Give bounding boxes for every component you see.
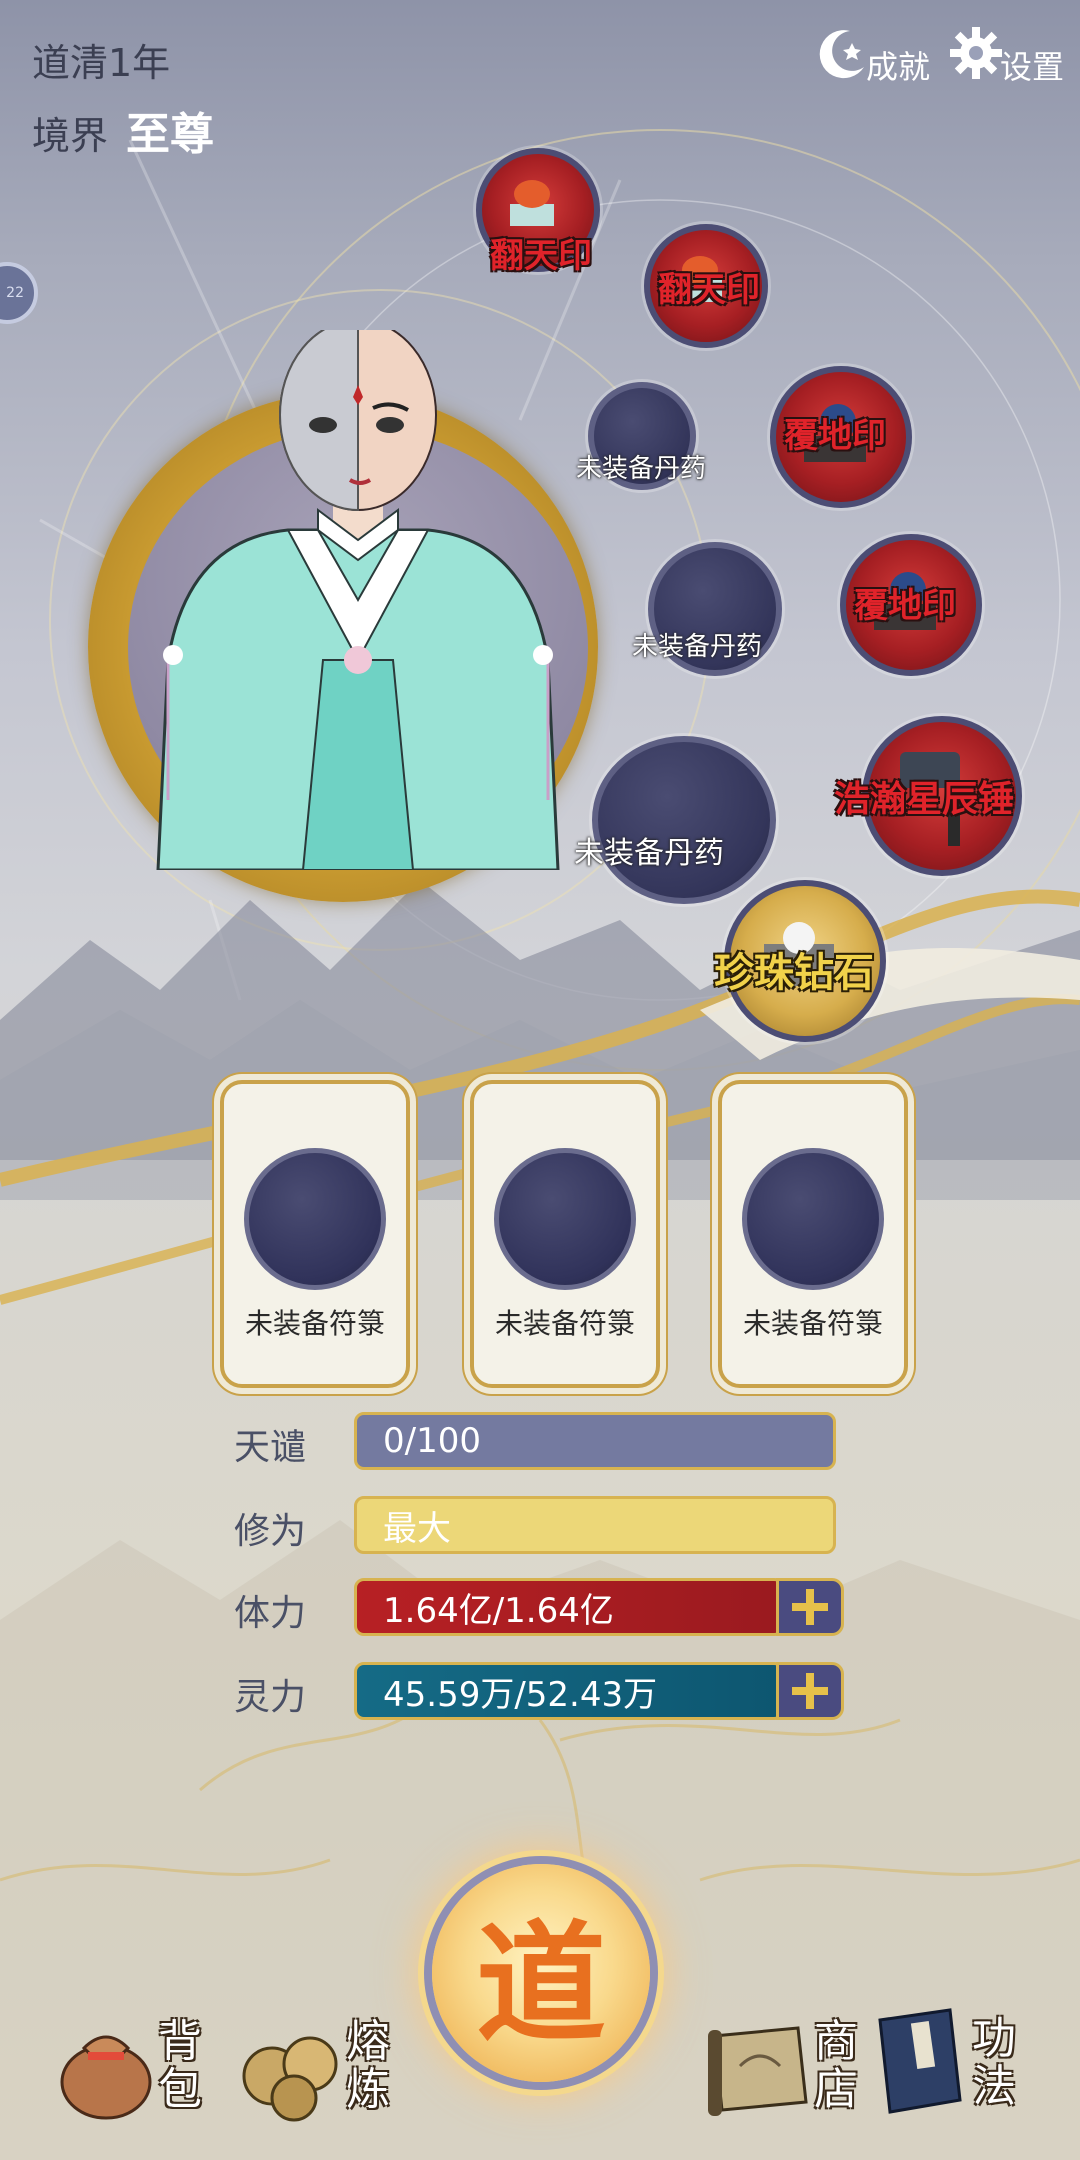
daoqing-year: 道清1年 [32,41,171,85]
seal-1-label: 翻天印 [490,236,592,276]
scroll-map-icon [708,2026,808,2116]
pill-slot-1-label: 未装备丹药 [576,454,707,484]
plus-icon [792,1673,828,1709]
nav-bag-label-2: 包 [158,2064,202,2115]
nav-shop-label-2: 店 [814,2064,858,2115]
gem-label: 珍珠钻石 [714,950,874,996]
tianqian-bar: 0/100 [354,1412,836,1470]
nav-shop[interactable]: 商 店 [700,2006,862,2126]
nav-shop-label-1: 商 [814,2016,858,2067]
seal-2-label: 翻天印 [658,270,760,310]
settings-label: 设置 [1000,48,1065,86]
nav-skills[interactable]: 功 法 [860,2000,1020,2126]
hammer-label: 浩瀚星辰锤 [834,779,1015,820]
bag-icon [60,2035,152,2120]
nav-bag[interactable]: 背 包 [44,2006,206,2126]
moon-star-icon [819,30,864,79]
xiuwei-value: 最大 [383,1508,451,1549]
earth-1-label: 覆地印 [784,416,886,456]
realm-label: 境界 [32,114,109,158]
tianqian-label: 天谴 [234,1427,307,1468]
talisman-slot-3-label: 未装备符箓 [742,1307,883,1340]
earth-2-label: 覆地印 [854,586,956,626]
talisman-slot-2-label: 未装备符箓 [494,1307,635,1340]
book-icon [878,2008,962,2114]
talisman-slot-2-circle [494,1148,636,1290]
nav-smelt-label-1: 熔 [346,2016,390,2067]
nav-bag-label-1: 背 [158,2016,202,2067]
pill-slot-3-label: 未装备丹药 [574,836,724,871]
tili-add-button[interactable] [776,1578,844,1636]
achievement-label: 成就 [866,48,931,86]
realm-value: 至尊 [126,109,215,160]
lingli-bar: 45.59万/52.43万 [354,1662,784,1720]
lingli-label: 灵力 [234,1677,307,1718]
achievement-button[interactable]: 成就 [812,18,930,88]
talisman-slot-3[interactable]: 未装备符箓 [718,1080,908,1388]
nav-smelt[interactable]: 熔 炼 [232,2006,394,2126]
settings-button[interactable]: 设置 [946,18,1064,88]
tili-label: 体力 [234,1593,307,1634]
nav-skills-label-2: 法 [972,2061,1016,2112]
pill-slot-2-label: 未装备丹药 [632,632,763,662]
character-portrait[interactable] [128,330,588,870]
smelt-icon [242,2036,338,2122]
plus-icon [792,1589,828,1625]
pill-slot-3[interactable] [592,736,776,904]
gear-icon [950,27,1002,79]
dao-label: 道 [475,1907,606,2060]
lingli-value: 45.59万/52.43万 [383,1674,658,1715]
dao-main-button[interactable]: 道 [432,1864,650,2082]
lingli-add-button[interactable] [776,1662,844,1720]
tili-value: 1.64亿/1.64亿 [383,1590,614,1631]
talisman-slot-2[interactable]: 未装备符箓 [470,1080,660,1388]
xiuwei-bar: 最大 [354,1496,836,1554]
talisman-slot-3-circle [742,1148,884,1290]
talisman-slot-1[interactable]: 未装备符箓 [220,1080,410,1388]
tianqian-value: 0/100 [383,1421,481,1461]
tili-bar: 1.64亿/1.64亿 [354,1578,784,1636]
nav-smelt-label-2: 炼 [346,2064,390,2115]
talisman-slot-1-label: 未装备符箓 [244,1307,385,1340]
nav-skills-label-1: 功 [972,2013,1016,2064]
xiuwei-label: 修为 [234,1511,307,1552]
side-tab-label: 22 [6,285,24,301]
talisman-slot-1-circle [244,1148,386,1290]
realm-row: 境界 至尊 [32,98,214,162]
